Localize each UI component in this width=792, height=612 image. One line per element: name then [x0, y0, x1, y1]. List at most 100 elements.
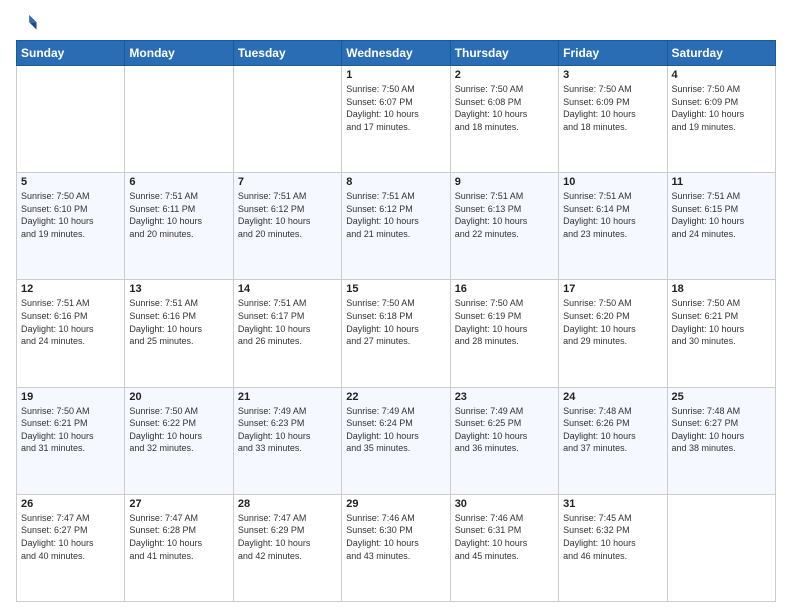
calendar-cell — [667, 494, 775, 601]
logo-icon — [16, 12, 38, 34]
calendar-cell: 2 Sunrise: 7:50 AM Sunset: 6:08 PM Daylig… — [450, 66, 558, 173]
day-info: Sunrise: 7:50 AM Sunset: 6:19 PM Dayligh… — [455, 297, 554, 347]
header-day-wednesday: Wednesday — [342, 41, 450, 66]
calendar-cell: 30 Sunrise: 7:46 AM Sunset: 6:31 PM Dayli… — [450, 494, 558, 601]
day-number: 15 — [346, 283, 445, 295]
day-number: 5 — [21, 176, 120, 188]
day-info: Sunrise: 7:47 AM Sunset: 6:28 PM Dayligh… — [129, 512, 228, 562]
header-row: SundayMondayTuesdayWednesdayThursdayFrid… — [17, 41, 776, 66]
calendar-cell: 26 Sunrise: 7:47 AM Sunset: 6:27 PM Dayli… — [17, 494, 125, 601]
day-number: 21 — [238, 391, 337, 403]
week-row-1: 1 Sunrise: 7:50 AM Sunset: 6:07 PM Daylig… — [17, 66, 776, 173]
calendar-cell: 3 Sunrise: 7:50 AM Sunset: 6:09 PM Daylig… — [559, 66, 667, 173]
day-number: 11 — [672, 176, 771, 188]
day-number: 8 — [346, 176, 445, 188]
calendar-cell: 25 Sunrise: 7:48 AM Sunset: 6:27 PM Dayli… — [667, 387, 775, 494]
calendar-cell: 23 Sunrise: 7:49 AM Sunset: 6:25 PM Dayli… — [450, 387, 558, 494]
calendar-cell: 19 Sunrise: 7:50 AM Sunset: 6:21 PM Dayli… — [17, 387, 125, 494]
calendar-cell: 24 Sunrise: 7:48 AM Sunset: 6:26 PM Dayli… — [559, 387, 667, 494]
calendar-cell: 13 Sunrise: 7:51 AM Sunset: 6:16 PM Dayli… — [125, 280, 233, 387]
day-info: Sunrise: 7:46 AM Sunset: 6:30 PM Dayligh… — [346, 512, 445, 562]
day-number: 26 — [21, 498, 120, 510]
day-number: 24 — [563, 391, 662, 403]
calendar-cell: 15 Sunrise: 7:50 AM Sunset: 6:18 PM Dayli… — [342, 280, 450, 387]
day-number: 14 — [238, 283, 337, 295]
header — [16, 12, 776, 34]
week-row-2: 5 Sunrise: 7:50 AM Sunset: 6:10 PM Daylig… — [17, 173, 776, 280]
day-info: Sunrise: 7:51 AM Sunset: 6:16 PM Dayligh… — [129, 297, 228, 347]
day-number: 17 — [563, 283, 662, 295]
logo — [16, 12, 40, 34]
day-info: Sunrise: 7:50 AM Sunset: 6:07 PM Dayligh… — [346, 83, 445, 133]
day-info: Sunrise: 7:49 AM Sunset: 6:25 PM Dayligh… — [455, 405, 554, 455]
calendar-cell: 12Sunrise: 7:51 AM Sunset: 6:16 PM Dayli… — [17, 280, 125, 387]
day-info: Sunrise: 7:48 AM Sunset: 6:26 PM Dayligh… — [563, 405, 662, 455]
day-number: 30 — [455, 498, 554, 510]
day-info: Sunrise: 7:50 AM Sunset: 6:22 PM Dayligh… — [129, 405, 228, 455]
header-day-thursday: Thursday — [450, 41, 558, 66]
day-number: 13 — [129, 283, 228, 295]
calendar-cell: 22 Sunrise: 7:49 AM Sunset: 6:24 PM Dayli… — [342, 387, 450, 494]
week-row-3: 12 Sunrise: 7:51 AM Sunset: 6:16 PM Dayli… — [17, 280, 776, 387]
calendar-header: SundayMondayTuesdayWednesdayThursdayFrid… — [17, 41, 776, 66]
day-number: 28 — [238, 498, 337, 510]
day-info: Sunrise: 7:50 AM Sunset: 6:09 PM Dayligh… — [672, 83, 771, 133]
day-number: 18 — [672, 283, 771, 295]
header-day-monday: Monday — [125, 41, 233, 66]
calendar-cell: 10 Sunrise: 7:51 AM Sunset: 6:14 PM Dayli… — [559, 173, 667, 280]
day-info: Sunrise: 7:51 AM Sunset: 6:15 PM Dayligh… — [672, 190, 771, 240]
day-info: Sunrise: 7:47 AM Sunset: 6:27 PM Dayligh… — [21, 512, 120, 562]
calendar-cell: 6Sunrise: 7:51 AM Sunset: 6:11 PM Daylig… — [125, 173, 233, 280]
day-number: 27 — [129, 498, 228, 510]
calendar-body: 1 Sunrise: 7:50 AM Sunset: 6:07 PM Daylig… — [17, 66, 776, 602]
calendar-table: SundayMondayTuesdayWednesdayThursdayFrid… — [16, 40, 776, 602]
calendar-cell: 5 Sunrise: 7:50 AM Sunset: 6:10 PM Daylig… — [17, 173, 125, 280]
day-number: 19 — [21, 391, 120, 403]
day-number: 4 — [672, 69, 771, 81]
header-day-sunday: Sunday — [17, 41, 125, 66]
calendar-cell: 18Sunrise: 7:50 AM Sunset: 6:21 PM Dayli… — [667, 280, 775, 387]
day-number: 16 — [455, 283, 554, 295]
day-info: Sunrise: 7:51 AM Sunset: 6:14 PM Dayligh… — [563, 190, 662, 240]
calendar-cell: 7Sunrise: 7:51 AM Sunset: 6:12 PM Daylig… — [233, 173, 341, 280]
calendar-cell — [17, 66, 125, 173]
day-info: Sunrise: 7:50 AM Sunset: 6:20 PM Dayligh… — [563, 297, 662, 347]
calendar-cell: 28 Sunrise: 7:47 AM Sunset: 6:29 PM Dayli… — [233, 494, 341, 601]
day-number: 25 — [672, 391, 771, 403]
calendar-cell: 27 Sunrise: 7:47 AM Sunset: 6:28 PM Dayli… — [125, 494, 233, 601]
calendar-cell: 9Sunrise: 7:51 AM Sunset: 6:13 PM Daylig… — [450, 173, 558, 280]
day-info: Sunrise: 7:46 AM Sunset: 6:31 PM Dayligh… — [455, 512, 554, 562]
calendar-cell: 20Sunrise: 7:50 AM Sunset: 6:22 PM Dayli… — [125, 387, 233, 494]
calendar-cell: 21Sunrise: 7:49 AM Sunset: 6:23 PM Dayli… — [233, 387, 341, 494]
day-number: 6 — [129, 176, 228, 188]
day-info: Sunrise: 7:50 AM Sunset: 6:09 PM Dayligh… — [563, 83, 662, 133]
calendar-cell: 8 Sunrise: 7:51 AM Sunset: 6:12 PM Daylig… — [342, 173, 450, 280]
day-number: 22 — [346, 391, 445, 403]
day-number: 2 — [455, 69, 554, 81]
day-info: Sunrise: 7:50 AM Sunset: 6:10 PM Dayligh… — [21, 190, 120, 240]
day-info: Sunrise: 7:51 AM Sunset: 6:12 PM Dayligh… — [238, 190, 337, 240]
day-info: Sunrise: 7:51 AM Sunset: 6:12 PM Dayligh… — [346, 190, 445, 240]
calendar-cell: 16 Sunrise: 7:50 AM Sunset: 6:19 PM Dayli… — [450, 280, 558, 387]
day-number: 12 — [21, 283, 120, 295]
calendar-cell: 17 Sunrise: 7:50 AM Sunset: 6:20 PM Dayli… — [559, 280, 667, 387]
day-info: Sunrise: 7:48 AM Sunset: 6:27 PM Dayligh… — [672, 405, 771, 455]
calendar-cell — [233, 66, 341, 173]
calendar-cell: 14Sunrise: 7:51 AM Sunset: 6:17 PM Dayli… — [233, 280, 341, 387]
day-number: 31 — [563, 498, 662, 510]
page: SundayMondayTuesdayWednesdayThursdayFrid… — [0, 0, 792, 612]
day-number: 3 — [563, 69, 662, 81]
calendar-cell: 11 Sunrise: 7:51 AM Sunset: 6:15 PM Dayli… — [667, 173, 775, 280]
day-info: Sunrise: 7:50 AM Sunset: 6:08 PM Dayligh… — [455, 83, 554, 133]
day-number: 10 — [563, 176, 662, 188]
day-info: Sunrise: 7:47 AM Sunset: 6:29 PM Dayligh… — [238, 512, 337, 562]
day-info: Sunrise: 7:50 AM Sunset: 6:21 PM Dayligh… — [21, 405, 120, 455]
calendar-cell: 4 Sunrise: 7:50 AM Sunset: 6:09 PM Daylig… — [667, 66, 775, 173]
day-info: Sunrise: 7:49 AM Sunset: 6:24 PM Dayligh… — [346, 405, 445, 455]
day-info: Sunrise: 7:45 AM Sunset: 6:32 PM Dayligh… — [563, 512, 662, 562]
calendar-cell — [125, 66, 233, 173]
day-number: 23 — [455, 391, 554, 403]
day-info: Sunrise: 7:51 AM Sunset: 6:13 PM Dayligh… — [455, 190, 554, 240]
day-info: Sunrise: 7:50 AM Sunset: 6:18 PM Dayligh… — [346, 297, 445, 347]
day-number: 1 — [346, 69, 445, 81]
